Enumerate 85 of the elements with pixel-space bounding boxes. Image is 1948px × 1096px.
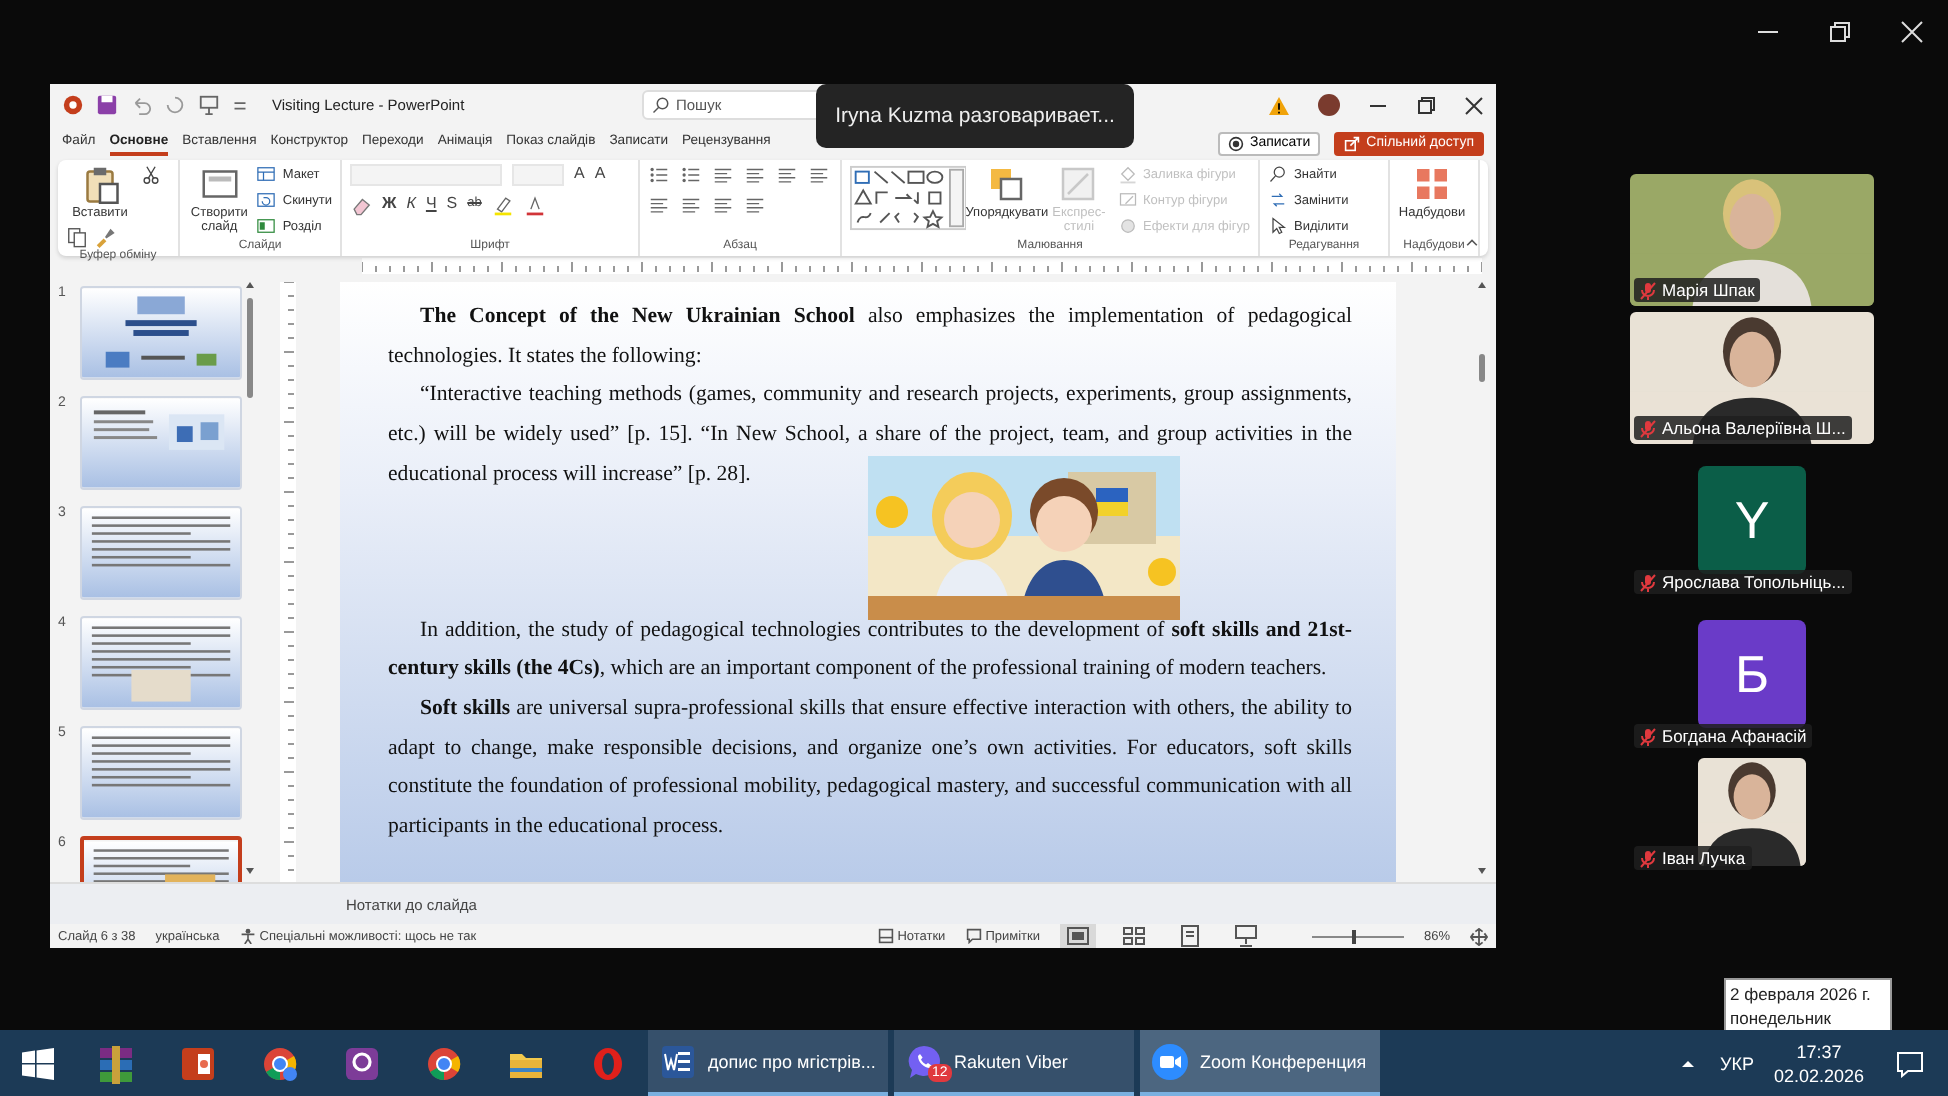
redo-icon[interactable]	[164, 94, 186, 116]
slide-paragraph: The Concept of the New Ukrainian School also emphasizes the implementation of pedagogical technologies. It states the following:	[388, 302, 1352, 372]
share-icon	[1344, 135, 1361, 151]
notes-icon	[877, 928, 894, 944]
participant-name: Богдана Афанасій	[1662, 726, 1807, 746]
speaker-toast: Iryna Kuzma разговаривает...	[816, 84, 1134, 148]
avatar[interactable]	[1318, 94, 1340, 116]
pdf-app-icon[interactable]	[342, 1043, 382, 1083]
fit-icon[interactable]	[1470, 927, 1488, 945]
taskbar-window[interactable]: Zoom Конференция	[1140, 1030, 1380, 1096]
scrollbar[interactable]	[244, 278, 256, 878]
scissors-icon[interactable]	[140, 164, 162, 186]
avatar-initial: Б	[1734, 643, 1770, 705]
participant-name: Альона Валеріївна Ш...	[1662, 418, 1846, 438]
save-icon[interactable]	[96, 94, 118, 116]
shapes-gallery[interactable]	[850, 164, 967, 232]
format-button[interactable]: Ж	[382, 194, 397, 214]
scrollbar[interactable]	[1476, 278, 1488, 878]
chrome-icon[interactable]	[424, 1043, 464, 1083]
participant-name: Марія Шпак	[1662, 280, 1755, 300]
reset-icon	[256, 190, 277, 210]
maximize-icon[interactable]	[1828, 20, 1852, 44]
comment-icon	[965, 928, 982, 944]
books-icon[interactable]	[96, 1043, 136, 1083]
taskbar-window[interactable]: допис про мгістрів...	[648, 1030, 888, 1096]
undo-icon[interactable]	[130, 94, 152, 116]
grid-icon	[1412, 164, 1452, 204]
bullet-list-icon[interactable]	[648, 164, 670, 186]
section-icon	[256, 216, 277, 236]
bullet-list-icon[interactable]	[680, 164, 702, 186]
align-icon[interactable]	[744, 164, 766, 186]
align-icon[interactable]	[648, 194, 670, 216]
chrome-icon[interactable]	[260, 1043, 300, 1083]
search-icon	[1268, 164, 1288, 184]
accessibility-icon	[239, 928, 256, 944]
format-button[interactable]: A	[594, 164, 606, 184]
notification-icon[interactable]	[1896, 1049, 1924, 1077]
restore-icon[interactable]	[1416, 95, 1436, 115]
align-icon[interactable]	[808, 164, 830, 186]
replace-icon	[1268, 190, 1288, 210]
windows-start-icon[interactable]	[22, 1047, 54, 1079]
slide-paragraph: Soft skills are universal supra-professional skills that ensure effective interaction with others, the ability to adapt to change, make responsible decisions, and organize one’s own activities. For educators, soft skills constitute the foundation of professional mobility, pedagogical mastery, and successful communication with all participants in the educational process.	[388, 693, 1352, 843]
align-icon[interactable]	[744, 194, 766, 216]
tooltip-text: 2 февраля 2026 г.	[1730, 982, 1873, 1006]
normal-view-icon[interactable]	[1059, 924, 1096, 948]
record-icon	[1227, 135, 1244, 151]
effects-icon	[1117, 216, 1137, 236]
record-icon[interactable]	[62, 94, 84, 116]
style-icon	[1058, 164, 1099, 204]
video-camera-icon	[1150, 1041, 1190, 1081]
slider-thumb[interactable]	[1351, 929, 1356, 943]
slide-paragraph: In addition, the study of pedagogical technologies contributes to the development of soft skills and 21st-century skills (the 4Cs), which are an important component of the professional training of modern teachers.	[388, 615, 1352, 685]
eraser-icon[interactable]	[350, 194, 372, 216]
format-button[interactable]: S	[446, 194, 458, 214]
participant-name: Ярослава Топольніць...	[1662, 572, 1846, 592]
format-button[interactable]: A	[574, 164, 585, 184]
presentation-app-icon[interactable]	[178, 1043, 218, 1083]
outline-icon	[1117, 190, 1137, 210]
opera-icon[interactable]	[588, 1043, 628, 1083]
chevron-up-icon[interactable]	[1679, 1055, 1696, 1071]
align-icon[interactable]	[712, 164, 734, 186]
close-icon[interactable]	[1464, 95, 1484, 115]
warning-icon	[1268, 95, 1290, 115]
document-app-icon	[658, 1041, 698, 1081]
clock-date[interactable]: 02.02.2026	[1773, 1063, 1864, 1087]
cursor-icon	[1268, 216, 1288, 236]
align-icon[interactable]	[680, 194, 702, 216]
copy-icon[interactable]	[66, 226, 88, 248]
collapse-icon[interactable]	[1464, 234, 1480, 250]
align-icon[interactable]	[776, 164, 798, 186]
font-color-icon[interactable]	[523, 194, 546, 216]
brush-icon[interactable]	[94, 226, 116, 248]
clock-time[interactable]: 17:37	[1796, 1039, 1842, 1063]
fill-icon	[1117, 164, 1137, 184]
avatar-initial: Y	[1734, 489, 1770, 551]
format-button[interactable]: К	[406, 194, 416, 214]
keyboard-language[interactable]: УКР	[1719, 1053, 1754, 1073]
marker-icon[interactable]	[491, 194, 514, 216]
align-icon[interactable]	[712, 194, 734, 216]
presentation-icon[interactable]	[198, 94, 220, 116]
search-icon	[652, 96, 670, 114]
tooltip-text: понедельник	[1730, 1006, 1834, 1030]
format-button[interactable]: Ч	[425, 194, 437, 214]
participant-name: Іван Лучка	[1662, 848, 1746, 868]
slide-paragraph: “Interactive teaching methods (games, community and research projects, experiments, group assignments, etc.) will be widely used” [p. 15]. “In New School, a share of the project, team, and group activities in the educational process will increase” [p. 28].	[388, 380, 1352, 490]
